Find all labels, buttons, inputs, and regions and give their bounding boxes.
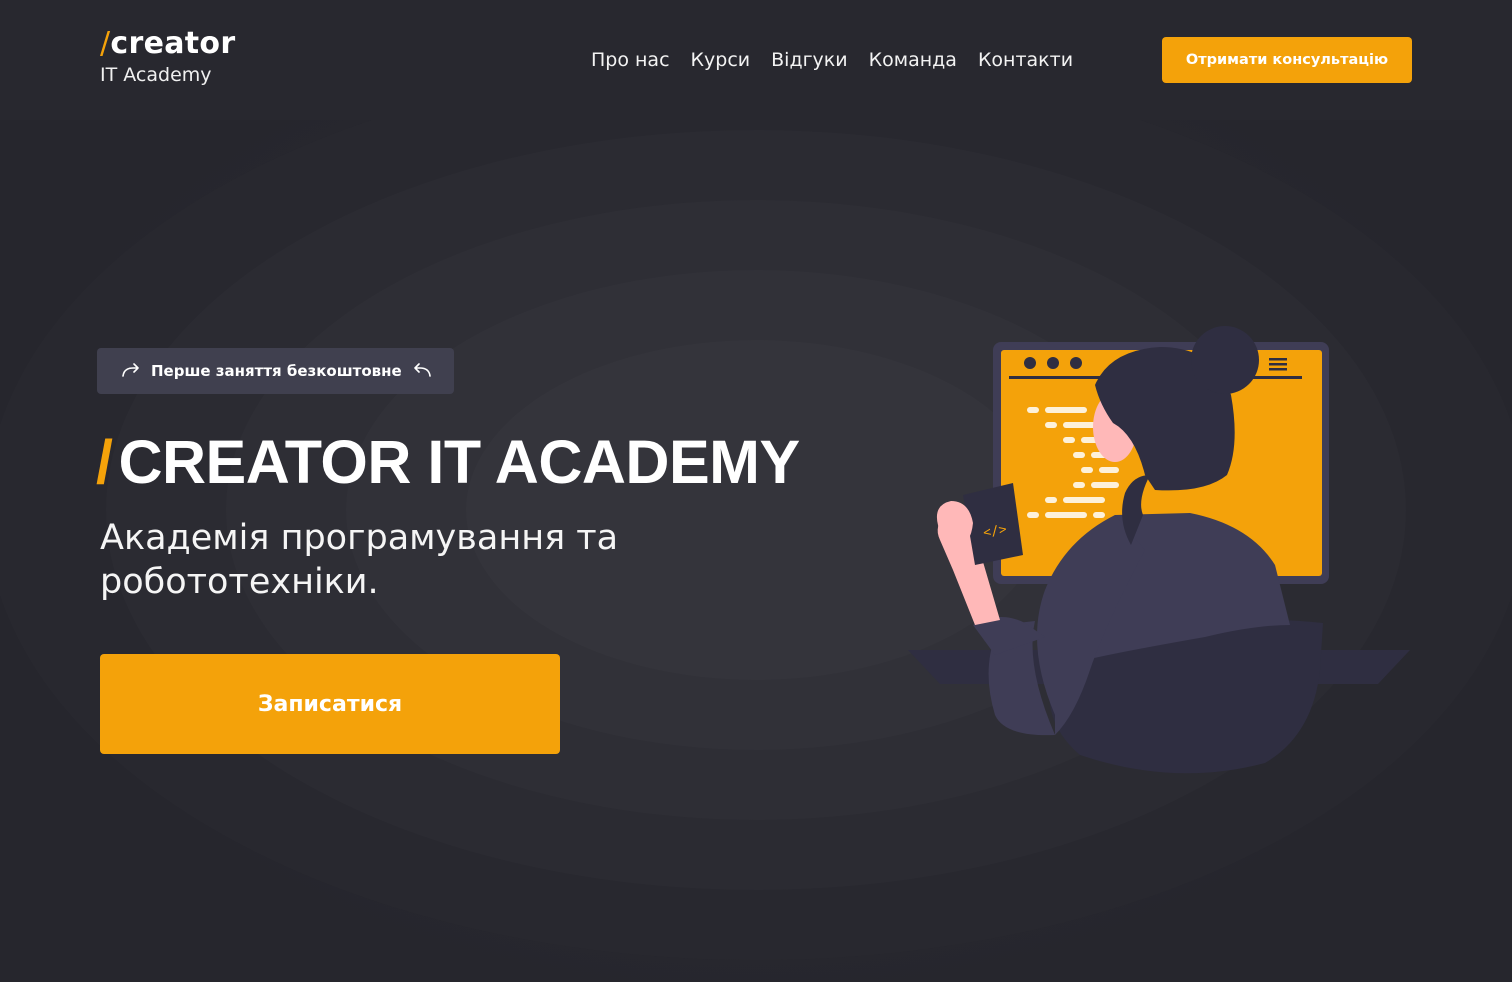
logo-subtitle: IT Academy	[100, 64, 212, 86]
title-slash: /	[96, 428, 113, 496]
logo-wordmark: /creator	[100, 26, 235, 62]
get-consultation-button[interactable]: Отримати консультацію	[1162, 37, 1412, 83]
free-lesson-badge: Перше заняття безкоштовне	[97, 348, 454, 394]
nav-reviews[interactable]: Відгуки	[771, 46, 848, 74]
arrow-back-icon	[413, 363, 431, 377]
main-nav: Про нас Курси Відгуки Команда Контакти	[591, 46, 1073, 74]
nav-courses[interactable]: Курси	[691, 46, 751, 74]
logo-slash: /	[100, 26, 111, 61]
hero-subtitle: Академія програмування та робототехніки.	[100, 518, 619, 602]
logo-name: creator	[110, 26, 236, 61]
nav-contacts[interactable]: Контакти	[978, 46, 1073, 74]
nav-about[interactable]: Про нас	[591, 46, 670, 74]
arrow-forward-icon	[122, 363, 139, 377]
hero-title: /CREATOR IT ACADEMY	[96, 424, 800, 500]
sign-up-button[interactable]: Записатися	[100, 654, 560, 754]
programmer-illustration: </>	[908, 326, 1410, 774]
nav-team[interactable]: Команда	[869, 46, 957, 74]
landing-page: /creator IT Academy Про нас Курси Відгук…	[0, 0, 1512, 982]
title-text: CREATOR IT ACADEMY	[118, 428, 800, 496]
site-header: /creator IT Academy Про нас Курси Відгук…	[0, 0, 1512, 120]
badge-text: Перше заняття безкоштовне	[151, 362, 402, 380]
logo[interactable]: /creator IT Academy	[100, 26, 235, 88]
